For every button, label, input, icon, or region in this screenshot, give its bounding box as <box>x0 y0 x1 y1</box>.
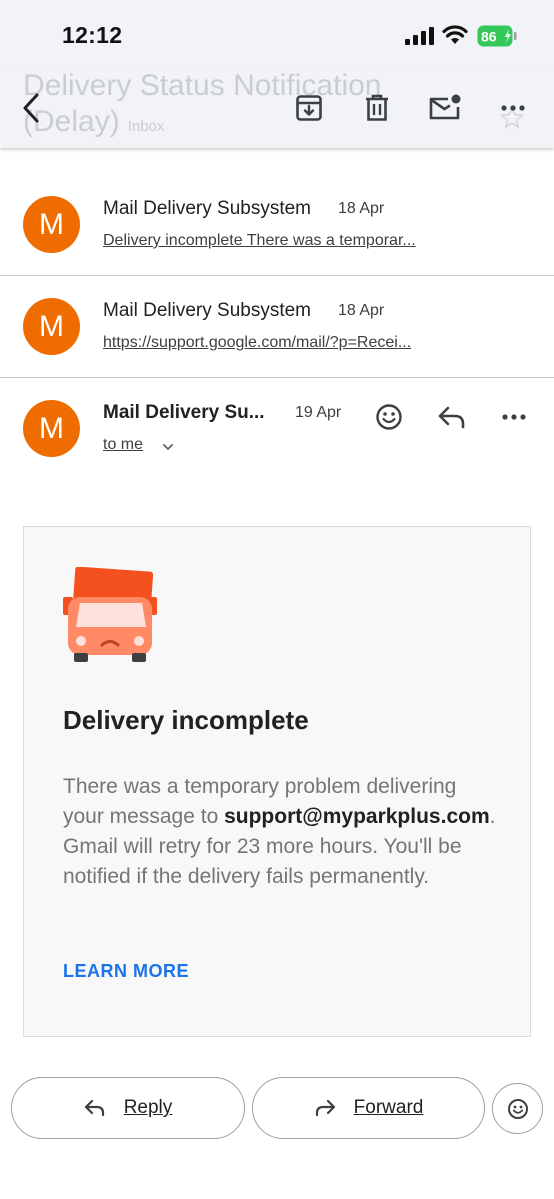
emoji-icon <box>376 404 402 430</box>
forward-icon <box>315 1099 335 1117</box>
message-date: 18 Apr <box>338 200 385 217</box>
sender-name: Mail Delivery Su... <box>103 402 265 423</box>
add-reaction-button[interactable] <box>369 397 409 437</box>
message-snippet: https://support.google.com/mail/?p=Recei… <box>103 334 412 351</box>
forward-pill-button[interactable]: Forward <box>252 1077 485 1139</box>
sender-name: Mail Delivery Subsystem <box>103 198 311 219</box>
recipient-email: support@myparkplus.com <box>224 805 490 828</box>
reply-icon <box>438 406 465 429</box>
sender-name: Mail Delivery Subsystem <box>103 300 311 321</box>
more-options-button[interactable] <box>493 88 533 128</box>
status-bar: 12:12 86 <box>0 0 554 70</box>
delete-icon <box>366 94 388 121</box>
reply-pill-button[interactable]: Reply <box>11 1077 245 1139</box>
thread-message-collapsed[interactable]: M Mail Delivery Subsystem 18 Apr Deliver… <box>0 148 554 275</box>
forward-label: Forward <box>353 1097 424 1118</box>
recipient-details[interactable]: to me <box>103 436 143 454</box>
mark-unread-icon <box>429 94 461 120</box>
message-date: 18 Apr <box>338 302 385 319</box>
delivery-status-card: Delivery incomplete There was a temporar… <box>23 526 531 1037</box>
status-time: 12:12 <box>62 22 123 48</box>
back-button[interactable] <box>12 88 52 128</box>
learn-more-link[interactable]: LEARN MORE <box>63 961 189 982</box>
message-snippet: Delivery incomplete There was a temporar… <box>103 232 416 249</box>
message-date: 19 Apr <box>295 404 342 421</box>
reply-label: Reply <box>123 1097 173 1118</box>
delete-button[interactable] <box>357 88 397 128</box>
subject-title: Delivery Status Notification (Delay) Inbo… <box>23 70 463 145</box>
cellular-signal-icon <box>405 27 434 45</box>
chevron-down-icon[interactable] <box>161 442 175 452</box>
avatar: M <box>23 298 80 355</box>
battery-icon: 86 <box>477 25 517 47</box>
thread-message-collapsed[interactable]: M Mail Delivery Subsystem 18 Apr https:/… <box>0 276 554 377</box>
archive-icon <box>296 95 322 121</box>
emoji-icon <box>507 1098 528 1119</box>
sad-truck-icon <box>63 567 157 662</box>
message-header: M Mail Delivery Su... 19 Apr to me <box>0 378 554 478</box>
archive-button[interactable] <box>289 88 329 128</box>
more-icon <box>502 414 526 420</box>
inbox-label: Inbox <box>127 118 165 135</box>
app-header: Delivery Status Notification (Delay) Inbo… <box>0 70 554 148</box>
battery-level: 86 <box>481 29 497 45</box>
react-button[interactable] <box>492 1083 543 1134</box>
reply-icon <box>84 1099 104 1117</box>
avatar: M <box>23 400 80 457</box>
mark-unread-button[interactable] <box>425 88 465 128</box>
reply-button[interactable] <box>432 397 472 437</box>
wifi-icon <box>442 25 468 44</box>
avatar: M <box>23 196 80 253</box>
more-icon <box>501 105 525 111</box>
message-more-button[interactable] <box>494 397 534 437</box>
back-icon <box>23 93 39 123</box>
card-title: Delivery incomplete <box>63 705 309 735</box>
card-body: There was a temporary problem delivering… <box>63 772 503 892</box>
